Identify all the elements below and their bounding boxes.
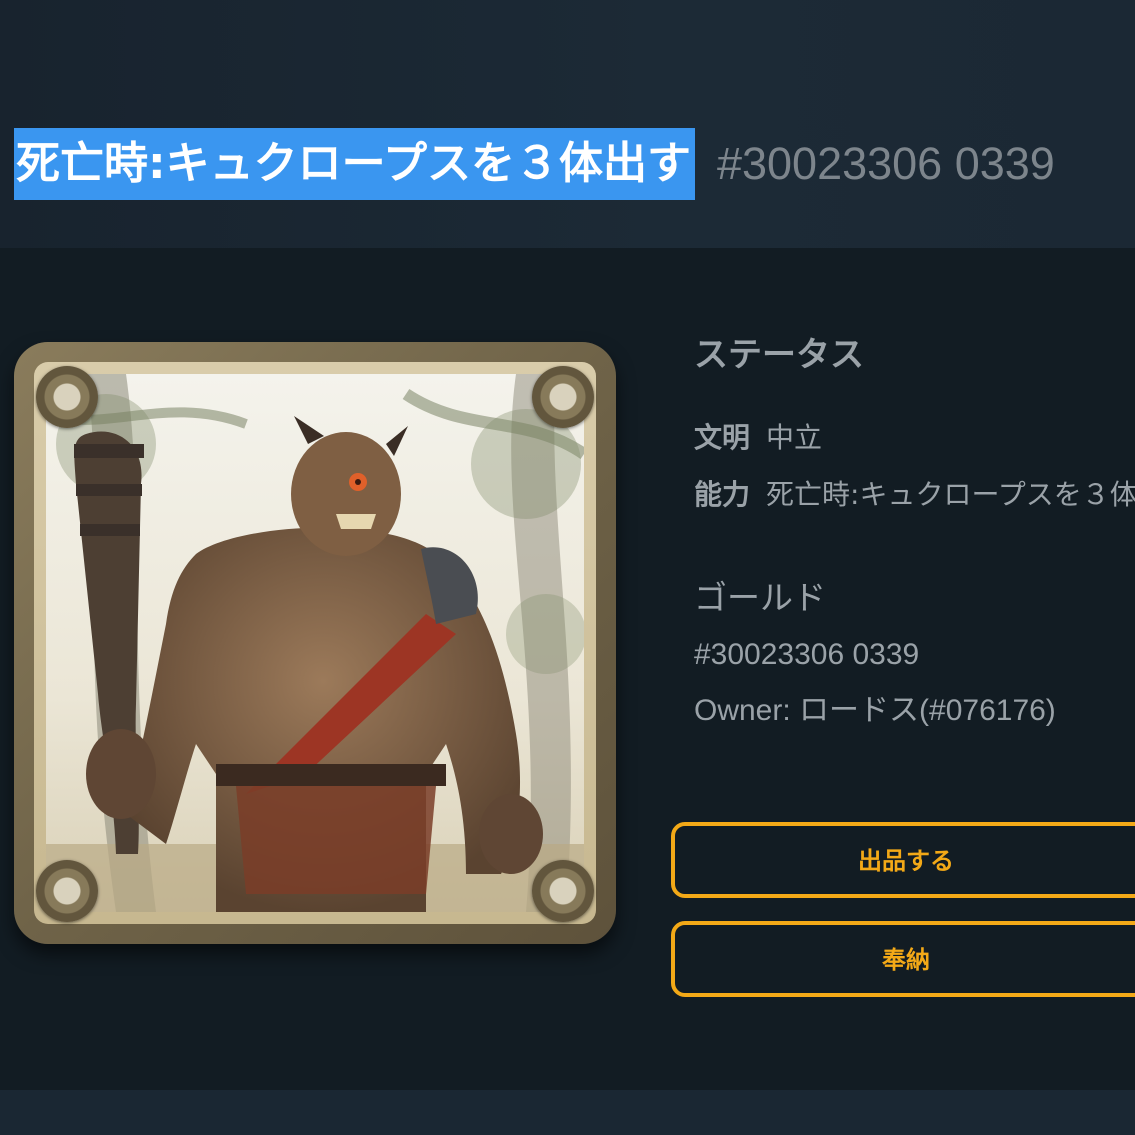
card-image[interactable]: [14, 342, 616, 944]
card-corner-ring-icon: [532, 860, 594, 922]
card-corner-ring-icon: [36, 860, 98, 922]
title-row: 死亡時:キュクロープスを３体出す #30023306 0339: [14, 128, 1055, 200]
card-corner-ring-icon: [532, 366, 594, 428]
footer-band: [0, 1090, 1135, 1135]
serial-text: #30023306 0339: [694, 638, 920, 671]
offer-button[interactable]: 奉納: [671, 921, 1135, 997]
cyclops-artwork: [46, 374, 584, 912]
status-civilization: 文明 中立: [694, 418, 822, 458]
rarity-text: ゴールド: [694, 578, 826, 617]
ability-label: 能力: [694, 478, 751, 511]
card-corner-ring-icon: [36, 366, 98, 428]
owner-text[interactable]: Owner: ロードス(#076176): [694, 690, 1056, 732]
list-for-sale-button[interactable]: 出品する: [671, 822, 1135, 898]
card-id: #30023306 0339: [716, 138, 1055, 189]
ability-value: 死亡時:キュクロープスを３体出す: [766, 478, 1135, 511]
status-heading: ステータス: [694, 335, 864, 375]
header-band: [0, 0, 1135, 248]
page-title[interactable]: 死亡時:キュクロープスを３体出す: [14, 128, 695, 200]
status-section: ステータス 文明中立 能力死亡時:キュクロープスを３体出す: [694, 330, 1135, 530]
civilization-value: 中立: [766, 421, 823, 454]
civilization-label: 文明: [694, 421, 751, 454]
status-ability: 能力死亡時:キュクロープスを３体出す: [694, 475, 1135, 515]
